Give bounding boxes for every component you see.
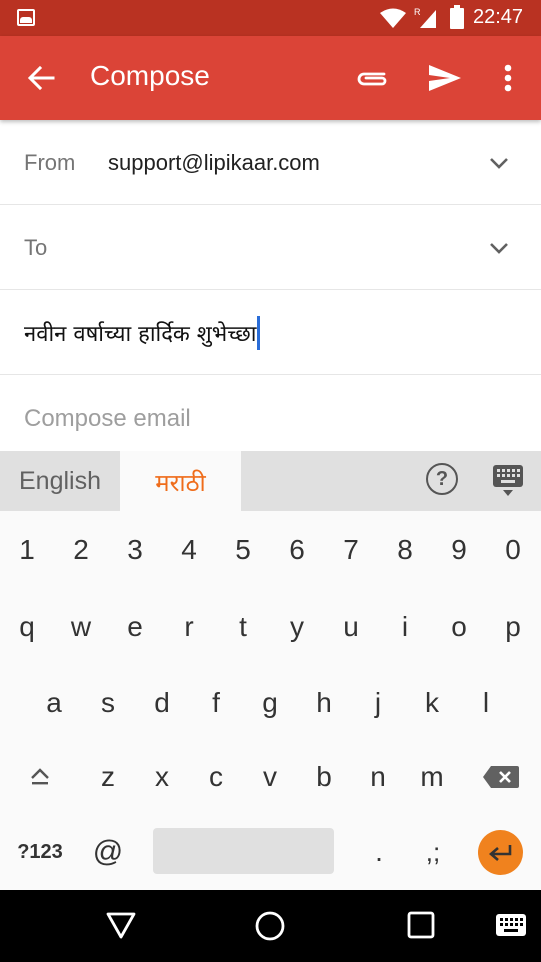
number-row: 1234567890: [0, 523, 541, 577]
period-key[interactable]: .: [352, 825, 406, 879]
key-8[interactable]: 8: [378, 523, 432, 577]
qwerty-top-row: qwertyuiop: [0, 600, 541, 654]
key-s[interactable]: s: [81, 676, 135, 730]
attach-icon[interactable]: [354, 64, 390, 92]
enter-key[interactable]: [478, 830, 523, 875]
key-n[interactable]: n: [351, 750, 405, 804]
key-z[interactable]: z: [81, 750, 135, 804]
to-label: To: [24, 235, 48, 260]
recents-square-icon[interactable]: [406, 910, 436, 940]
help-icon[interactable]: ?: [426, 463, 458, 495]
key-d[interactable]: d: [135, 676, 189, 730]
key-7[interactable]: 7: [324, 523, 378, 577]
chevron-down-icon[interactable]: [486, 150, 512, 176]
enter-icon: [488, 844, 511, 861]
svg-text:R: R: [414, 7, 421, 17]
from-value[interactable]: support@lipikaar.com: [108, 150, 320, 176]
home-circle-icon[interactable]: [254, 910, 286, 942]
key-e[interactable]: e: [108, 600, 162, 654]
back-triangle-icon[interactable]: [105, 910, 137, 940]
space-key[interactable]: [153, 828, 334, 874]
key-g[interactable]: g: [243, 676, 297, 730]
key-3[interactable]: 3: [108, 523, 162, 577]
key-r[interactable]: r: [162, 600, 216, 654]
nav-bar: [0, 890, 541, 962]
qwerty-middle-row: asdfghjkl: [0, 676, 541, 730]
subject-input[interactable]: नवीन वर्षाच्या हार्दिक शुभेच्छा: [24, 316, 261, 350]
key-l[interactable]: l: [459, 676, 513, 730]
image-notification-icon: [17, 9, 35, 26]
clock: 22:47: [473, 6, 524, 28]
key-5[interactable]: 5: [216, 523, 270, 577]
key-4[interactable]: 4: [162, 523, 216, 577]
symbols-key[interactable]: ?123: [13, 825, 67, 879]
battery-icon: [450, 5, 464, 29]
key-f[interactable]: f: [189, 676, 243, 730]
text-cursor: [257, 316, 261, 350]
key-v[interactable]: v: [243, 750, 297, 804]
shift-key[interactable]: [13, 750, 67, 804]
backspace-icon: [483, 766, 519, 788]
keyboard-hide-icon[interactable]: [492, 464, 524, 498]
send-icon[interactable]: [428, 63, 462, 93]
page-title: Compose: [90, 60, 210, 91]
tab-english[interactable]: English: [0, 451, 120, 511]
qwerty-bottom-row: zxcvbnm: [0, 750, 541, 804]
to-field[interactable]: To: [0, 205, 541, 290]
key-w[interactable]: w: [54, 600, 108, 654]
key-t[interactable]: t: [216, 600, 270, 654]
keyboard-switch-icon[interactable]: [496, 914, 526, 936]
body-input[interactable]: Compose email: [24, 405, 191, 433]
wifi-icon: [380, 8, 406, 28]
key-x[interactable]: x: [135, 750, 189, 804]
from-label: From: [24, 150, 76, 175]
roaming-signal-icon: R: [414, 7, 436, 28]
arrow-back-icon[interactable]: [25, 62, 57, 94]
key-k[interactable]: k: [405, 676, 459, 730]
chevron-down-icon[interactable]: [486, 235, 512, 261]
from-field[interactable]: From support@lipikaar.com: [0, 120, 541, 205]
key-b[interactable]: b: [297, 750, 351, 804]
key-2[interactable]: 2: [54, 523, 108, 577]
key-o[interactable]: o: [432, 600, 486, 654]
at-key[interactable]: @: [81, 825, 135, 879]
subject-text: नवीन वर्षाच्या हार्दिक शुभेच्छा: [24, 322, 257, 347]
app-bar: Compose: [0, 36, 541, 120]
key-m[interactable]: m: [405, 750, 459, 804]
shift-icon: [31, 768, 49, 785]
key-q[interactable]: q: [0, 600, 54, 654]
key-1[interactable]: 1: [0, 523, 54, 577]
key-h[interactable]: h: [297, 676, 351, 730]
key-a[interactable]: a: [27, 676, 81, 730]
key-0[interactable]: 0: [486, 523, 540, 577]
punctuation-key[interactable]: ,;: [406, 825, 460, 879]
key-j[interactable]: j: [351, 676, 405, 730]
key-c[interactable]: c: [189, 750, 243, 804]
key-i[interactable]: i: [378, 600, 432, 654]
key-6[interactable]: 6: [270, 523, 324, 577]
key-p[interactable]: p: [486, 600, 540, 654]
key-9[interactable]: 9: [432, 523, 486, 577]
backspace-key[interactable]: [474, 750, 528, 804]
key-y[interactable]: y: [270, 600, 324, 654]
status-bar: R 22:47: [0, 0, 541, 36]
more-vert-icon[interactable]: [496, 62, 520, 94]
tab-marathi[interactable]: मराठी: [120, 451, 241, 513]
key-u[interactable]: u: [324, 600, 378, 654]
